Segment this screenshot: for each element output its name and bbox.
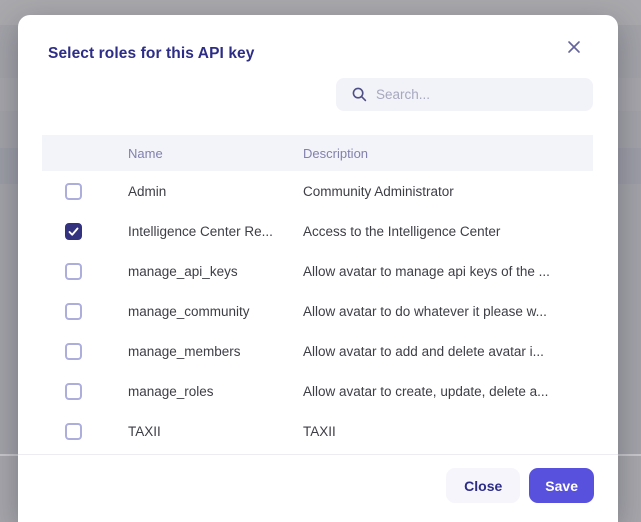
role-description: TAXII [303, 423, 336, 439]
role-description: Allow avatar to manage api keys of the .… [303, 263, 550, 279]
roles-table: Admin Community Administrator Intelligen… [42, 171, 593, 451]
role-checkbox[interactable] [65, 382, 82, 400]
save-button[interactable]: Save [529, 468, 594, 503]
table-row: TAXII TAXII [42, 411, 593, 451]
search-icon [352, 87, 367, 102]
screen: Select roles for this API key Name Descr… [0, 0, 641, 522]
role-name: Admin [128, 183, 167, 199]
role-checkbox[interactable] [65, 182, 82, 200]
role-name: manage_api_keys [128, 263, 238, 279]
role-description: Allow avatar to do whatever it please w.… [303, 303, 547, 319]
role-checkbox[interactable] [65, 422, 82, 440]
table-row: manage_community Allow avatar to do what… [42, 291, 593, 331]
role-description: Community Administrator [303, 183, 454, 199]
table-row: Admin Community Administrator [42, 171, 593, 211]
role-name: Intelligence Center Re... [128, 223, 273, 239]
role-name: manage_members [128, 343, 241, 359]
checkmark-icon [68, 227, 79, 236]
search-box [336, 78, 593, 111]
role-name: manage_roles [128, 383, 214, 399]
column-header-name: Name [128, 145, 163, 161]
footer-divider [18, 454, 618, 455]
role-checkbox[interactable] [65, 342, 82, 360]
table-row: manage_members Allow avatar to add and d… [42, 331, 593, 371]
table-row: Intelligence Center Re... Access to the … [42, 211, 593, 251]
table-row: manage_api_keys Allow avatar to manage a… [42, 251, 593, 291]
x-icon [568, 41, 580, 53]
table-header: Name Description [42, 135, 593, 171]
role-description: Access to the Intelligence Center [303, 223, 501, 239]
role-name: manage_community [128, 303, 250, 319]
role-description: Allow avatar to create, update, delete a… [303, 383, 549, 399]
search-input[interactable] [376, 87, 583, 102]
role-name: TAXII [128, 423, 161, 439]
role-description: Allow avatar to add and delete avatar i.… [303, 343, 544, 359]
role-checkbox[interactable] [65, 262, 82, 280]
close-icon[interactable] [559, 32, 589, 62]
table-row: manage_roles Allow avatar to create, upd… [42, 371, 593, 411]
dialog-footer: Close Save [446, 468, 594, 503]
column-header-description: Description [303, 145, 369, 161]
role-checkbox[interactable] [65, 222, 82, 240]
role-checkbox[interactable] [65, 302, 82, 320]
dialog-title: Select roles for this API key [48, 45, 255, 62]
close-button[interactable]: Close [446, 468, 521, 503]
select-roles-dialog: Select roles for this API key Name Descr… [18, 15, 618, 522]
